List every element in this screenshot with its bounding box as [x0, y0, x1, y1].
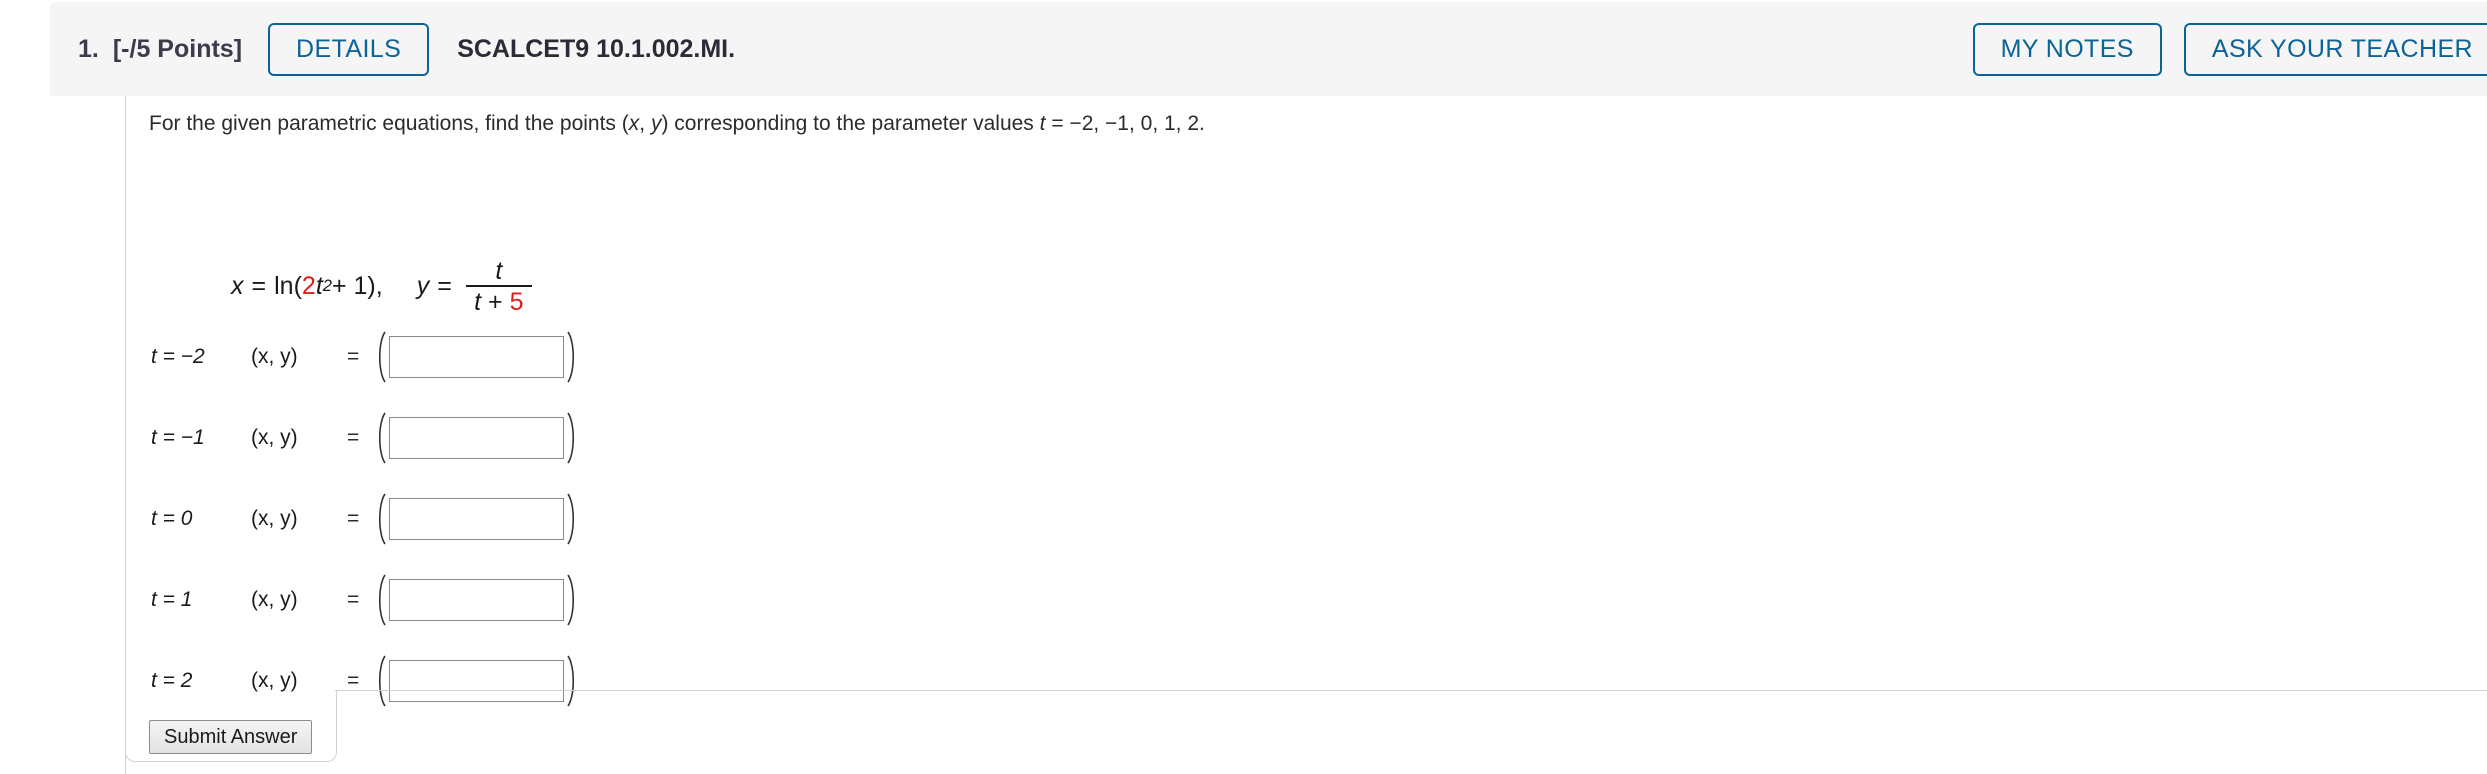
- t-value: = 1: [156, 587, 193, 611]
- details-button[interactable]: DETAILS: [268, 22, 430, 76]
- header-actions: MY NOTES ASK YOUR TEACHER: [1972, 22, 2487, 76]
- t-value: = −2: [156, 344, 205, 368]
- xy-label: (x, y): [251, 425, 298, 449]
- right-paren-icon: [566, 411, 580, 465]
- equation-coefficient: 2: [301, 272, 316, 301]
- prompt-comma: ,: [639, 112, 651, 135]
- t-value: = −1: [156, 425, 205, 449]
- prompt-text-part1: For the given parametric equations, find…: [149, 112, 629, 135]
- xy-label: (x, y): [251, 587, 298, 611]
- right-paren-icon: [566, 330, 580, 384]
- t-value-label: t = −2: [151, 345, 251, 369]
- fraction-denominator-plus: +: [481, 288, 510, 317]
- left-paren-icon: [373, 654, 387, 708]
- right-paren-icon: [566, 492, 580, 546]
- submit-answer-button[interactable]: Submit Answer: [149, 720, 313, 754]
- row-equals: =: [347, 344, 360, 368]
- answer-input[interactable]: [389, 659, 565, 702]
- answer-input-group: [373, 411, 580, 465]
- answer-input[interactable]: [389, 335, 565, 378]
- row-equals: =: [347, 425, 360, 449]
- answer-row: t = 1 (x, y) =: [126, 559, 580, 640]
- equation-ln-open: ln(: [274, 272, 302, 301]
- equation-x-var: x: [231, 272, 244, 301]
- answer-input[interactable]: [389, 578, 565, 621]
- prompt-var-y: y: [650, 112, 662, 135]
- t-value-label: t = 2: [151, 669, 251, 693]
- right-paren-icon: [566, 573, 580, 627]
- left-paren-icon: [373, 411, 387, 465]
- answer-row: t = 2 (x, y) =: [126, 640, 580, 721]
- fraction-numerator: t: [495, 257, 503, 285]
- row-equals: =: [347, 506, 360, 530]
- t-value: = 0: [156, 506, 193, 530]
- equation-exponent: 2: [322, 277, 332, 296]
- answer-input[interactable]: [389, 416, 565, 459]
- question-body-panel: For the given parametric equations, find…: [125, 96, 2487, 774]
- t-value-label: t = −1: [151, 426, 251, 450]
- question-prompt: For the given parametric equations, find…: [149, 112, 1205, 136]
- answer-input-group: [373, 330, 580, 384]
- answer-rows: t = −2 (x, y) = t = −1 (x, y) = t = 0 (x…: [126, 316, 580, 721]
- t-value: = 2: [156, 668, 193, 692]
- prompt-var-x: x: [628, 112, 640, 135]
- left-paren-icon: [373, 573, 387, 627]
- parametric-equations: x = ln(2 t 2 + 1), y = t t + 5: [231, 258, 532, 316]
- assignment-code: SCALCET9 10.1.002.MI.: [457, 34, 736, 63]
- xy-label: (x, y): [251, 344, 298, 368]
- answer-row: t = −2 (x, y) =: [126, 316, 580, 397]
- equation-y-var: y: [416, 272, 430, 301]
- ask-your-teacher-button[interactable]: ASK YOUR TEACHER: [2183, 22, 2487, 76]
- answer-input-group: [373, 492, 580, 546]
- equation-t-var: t: [315, 272, 323, 301]
- left-paren-icon: [373, 330, 387, 384]
- t-value-label: t = 0: [151, 507, 251, 531]
- answer-input-group: [373, 654, 580, 708]
- equation-y-equals: =: [437, 272, 452, 301]
- question-number: 1.: [78, 34, 99, 63]
- right-paren-icon: [566, 654, 580, 708]
- answer-input-group: [373, 573, 580, 627]
- fraction-denominator-const: 5: [509, 288, 524, 317]
- t-value-label: t = 1: [151, 588, 251, 612]
- row-equals: =: [347, 668, 360, 692]
- footer-divider: [335, 690, 2487, 691]
- left-paren-icon: [373, 492, 387, 546]
- answer-row: t = 0 (x, y) =: [126, 478, 580, 559]
- answer-row: t = −1 (x, y) =: [126, 397, 580, 478]
- prompt-text-part3: = −2, −1, 0, 1, 2.: [1045, 112, 1205, 135]
- xy-label: (x, y): [251, 668, 298, 692]
- xy-label: (x, y): [251, 506, 298, 530]
- row-equals: =: [347, 587, 360, 611]
- equation-fraction: t t + 5: [465, 257, 532, 317]
- my-notes-button[interactable]: MY NOTES: [1972, 22, 2162, 76]
- question-header-bar: 1. [-/5 Points] DETAILS SCALCET9 10.1.00…: [50, 2, 2487, 96]
- answer-input[interactable]: [389, 497, 565, 540]
- equation-plus-one: + 1),: [331, 272, 383, 301]
- prompt-text-part2: ) corresponding to the parameter values: [661, 112, 1040, 135]
- equation-x-equals: =: [251, 272, 267, 301]
- points-indicator: [-/5 Points]: [112, 34, 243, 63]
